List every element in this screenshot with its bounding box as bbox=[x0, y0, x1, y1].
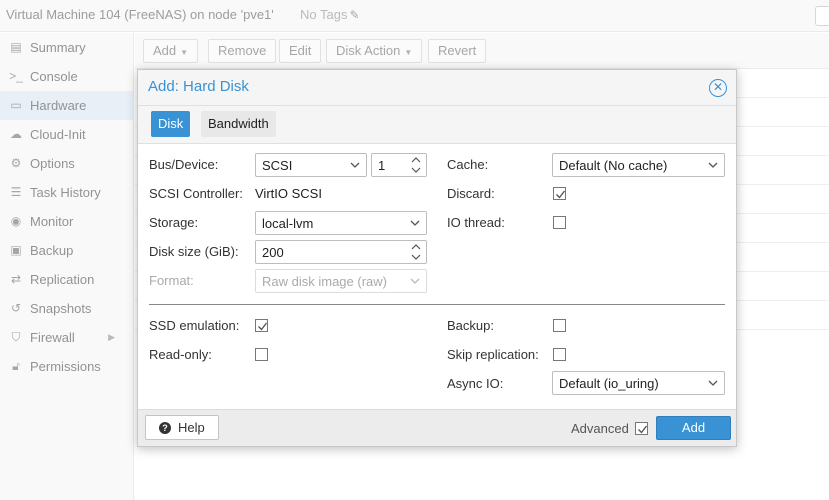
scsi-controller-value: VirtIO SCSI bbox=[255, 186, 322, 201]
disk-size-value: 200 bbox=[262, 245, 284, 260]
cache-label: Cache: bbox=[447, 157, 489, 172]
bus-device-label: Bus/Device: bbox=[149, 157, 219, 172]
ssd-emulation-checkbox[interactable] bbox=[255, 319, 268, 332]
advanced-checkbox[interactable] bbox=[635, 422, 648, 435]
io-thread-label: IO thread: bbox=[447, 215, 505, 230]
dialog-tabs: Disk Bandwidth bbox=[138, 106, 736, 144]
add-hard-disk-dialog: Add: Hard Disk ✕ Disk Bandwidth Bus/Devi… bbox=[137, 69, 737, 447]
help-button[interactable]: ? Help bbox=[145, 415, 219, 440]
dialog-footer: ? Help Advanced Add bbox=[138, 409, 736, 446]
cache-select[interactable]: Default (No cache) bbox=[552, 153, 725, 177]
read-only-label: Read-only: bbox=[149, 347, 212, 362]
chevron-down-icon bbox=[708, 380, 718, 386]
storage-label: Storage: bbox=[149, 215, 199, 230]
add-button[interactable]: Add bbox=[656, 416, 731, 440]
checkmark-icon bbox=[258, 322, 268, 331]
device-index-value: 1 bbox=[378, 158, 386, 173]
disk-size-label: Disk size (GiB): bbox=[149, 244, 239, 259]
format-select: Raw disk image (raw) bbox=[255, 269, 427, 293]
io-thread-checkbox[interactable] bbox=[553, 216, 566, 229]
backup-label: Backup: bbox=[447, 318, 494, 333]
format-label: Format: bbox=[149, 273, 194, 288]
device-index-spinner[interactable]: 1 bbox=[371, 153, 427, 177]
discard-label: Discard: bbox=[447, 186, 495, 201]
tab-disk[interactable]: Disk bbox=[151, 111, 191, 137]
advanced-label: Advanced bbox=[571, 421, 629, 436]
section-divider bbox=[149, 304, 725, 305]
skip-replication-label: Skip replication: bbox=[447, 347, 539, 362]
dialog-title: Add: Hard Disk bbox=[148, 78, 249, 95]
close-icon[interactable]: ✕ bbox=[709, 79, 727, 97]
discard-checkbox[interactable] bbox=[553, 187, 566, 200]
help-label: Help bbox=[178, 420, 205, 435]
checkmark-icon bbox=[638, 425, 648, 434]
checkmark-icon bbox=[556, 190, 566, 199]
chevron-down-icon bbox=[410, 278, 420, 284]
backup-checkbox[interactable] bbox=[553, 319, 566, 332]
bus-select[interactable]: SCSI bbox=[255, 153, 367, 177]
async-io-label: Async IO: bbox=[447, 376, 504, 391]
ssd-emulation-label: SSD emulation: bbox=[149, 318, 240, 333]
dialog-header: Add: Hard Disk ✕ bbox=[138, 70, 736, 106]
tab-bandwidth[interactable]: Bandwidth bbox=[201, 111, 276, 137]
skip-replication-checkbox[interactable] bbox=[553, 348, 566, 361]
async-io-value: Default (io_uring) bbox=[559, 376, 659, 391]
cache-value: Default (No cache) bbox=[559, 158, 668, 173]
read-only-checkbox[interactable] bbox=[255, 348, 268, 361]
bus-value: SCSI bbox=[262, 158, 293, 173]
storage-value: local-lvm bbox=[262, 216, 314, 231]
question-icon: ? bbox=[159, 422, 171, 434]
spinner-arrows-icon[interactable] bbox=[411, 155, 421, 175]
chevron-down-icon bbox=[410, 220, 420, 226]
format-value: Raw disk image (raw) bbox=[262, 274, 387, 289]
disk-size-spinner[interactable]: 200 bbox=[255, 240, 427, 264]
storage-select[interactable]: local-lvm bbox=[255, 211, 427, 235]
async-io-select[interactable]: Default (io_uring) bbox=[552, 371, 725, 395]
chevron-down-icon bbox=[350, 162, 360, 168]
spinner-arrows-icon[interactable] bbox=[411, 242, 421, 262]
scsi-controller-label: SCSI Controller: bbox=[149, 186, 243, 201]
chevron-down-icon bbox=[708, 162, 718, 168]
